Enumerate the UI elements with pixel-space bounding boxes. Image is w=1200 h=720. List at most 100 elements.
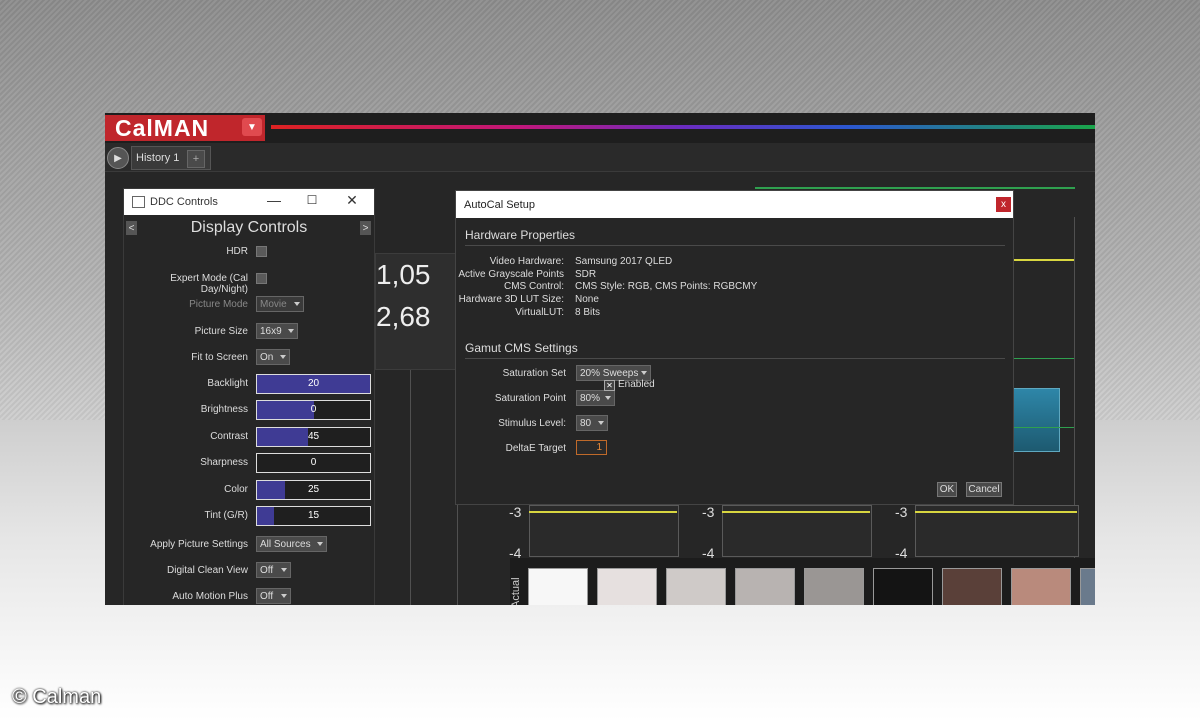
- tab-bar: [105, 143, 1095, 172]
- hdr-checkbox[interactable]: [256, 246, 267, 257]
- chevron-down-icon: [641, 371, 647, 375]
- picture-mode-label: Picture Mode: [189, 299, 248, 310]
- hw-property-label: CMS Control:: [503, 281, 564, 293]
- readout-line-2: 2,68: [376, 301, 431, 332]
- next-button[interactable]: >: [360, 221, 371, 235]
- autocal-title: AutoCal Setup: [464, 199, 535, 211]
- picture-size-value: 16x9: [260, 325, 282, 337]
- gamut-cms-heading: Gamut CMS Settings: [465, 341, 578, 355]
- hardware-properties-heading: Hardware Properties: [465, 228, 576, 242]
- picture-mode-select[interactable]: Movie: [256, 296, 304, 312]
- digital-clean-view-label: Digital Clean View: [167, 565, 248, 576]
- color-swatch: [1080, 568, 1095, 605]
- digital-clean-view-select[interactable]: Off: [256, 562, 291, 578]
- picture-size-select[interactable]: 16x9: [256, 323, 298, 339]
- saturation-point-select[interactable]: 80%: [576, 390, 615, 406]
- measurement-readout: 1,05 2,68: [375, 253, 457, 370]
- display-controls-header: Display Controls: [190, 219, 308, 236]
- color-block: [1013, 388, 1060, 452]
- slider-sharpness[interactable]: 0: [256, 453, 371, 473]
- expert-mode-checkbox[interactable]: [256, 273, 267, 284]
- color-swatch: [666, 568, 726, 605]
- color-swatch: [1011, 568, 1071, 605]
- swatch-axis-label: Actual: [510, 577, 522, 605]
- cancel-button[interactable]: Cancel: [966, 482, 1002, 497]
- fit-to-screen-value: On: [260, 351, 274, 363]
- series-line-yellow: [915, 511, 1077, 513]
- auto-motion-plus-value: Off: [260, 590, 274, 602]
- digital-clean-view-value: Off: [260, 564, 274, 576]
- slider-value: 20: [307, 378, 320, 389]
- apply-picture-settings-value: All Sources: [260, 538, 311, 550]
- maximize-icon[interactable]: ☐: [302, 193, 322, 207]
- saturation-set-value: 20% Sweeps: [580, 367, 639, 379]
- picture-mode-value: Movie: [260, 298, 287, 310]
- slider-value: 0: [310, 404, 317, 415]
- slider-tint-g-r[interactable]: 15: [256, 506, 371, 526]
- hw-property-label: Active Grayscale Points: [458, 268, 564, 280]
- y-tick-label: -3: [895, 504, 908, 520]
- hw-property-label: VirtualLUT:: [515, 306, 564, 318]
- enabled-label: Enabled: [618, 379, 655, 390]
- top-green-line: [755, 187, 1075, 189]
- deltae-target-label: DeltaE Target: [505, 443, 566, 454]
- enabled-checkbox[interactable]: ✕: [604, 380, 615, 391]
- y-tick-label: -3: [702, 504, 715, 520]
- series-line-green: [1012, 358, 1074, 359]
- series-line-yellow: [1012, 259, 1074, 261]
- slider-value: 0: [310, 457, 317, 468]
- play-icon[interactable]: ▶: [107, 147, 129, 169]
- series-line-green: [1012, 427, 1074, 428]
- copyright-text: © Calman: [12, 686, 102, 708]
- chevron-down-icon: [605, 396, 611, 400]
- slider-brightness[interactable]: 0: [256, 400, 371, 420]
- color-swatch: [735, 568, 795, 605]
- auto-motion-plus-label: Auto Motion Plus: [172, 591, 248, 602]
- slider-color[interactable]: 25: [256, 480, 371, 500]
- autocal-titlebar: AutoCal Setup x: [456, 191, 1013, 218]
- fit-to-screen-select[interactable]: On: [256, 349, 290, 365]
- apply-picture-settings-label: Apply Picture Settings: [150, 539, 248, 550]
- hw-property-label: Video Hardware:: [489, 256, 564, 267]
- color-swatch: [528, 568, 588, 605]
- hw-property-label: Hardware 3D LUT Size:: [458, 294, 564, 306]
- slider-backlight[interactable]: 20: [256, 374, 371, 394]
- stimulus-level-select[interactable]: 80: [576, 415, 608, 431]
- color-swatch: [804, 568, 864, 605]
- saturation-set-label: Saturation Set: [502, 368, 566, 379]
- add-tab-button[interactable]: +: [187, 150, 205, 168]
- chevron-down-icon: [598, 421, 604, 425]
- ddc-window-title: DDC Controls: [150, 196, 218, 208]
- logo-text: CalMAN: [115, 114, 210, 141]
- close-icon[interactable]: x: [996, 197, 1011, 212]
- slider-label: Contrast: [210, 431, 248, 442]
- logo-dropdown-icon[interactable]: ▼: [242, 118, 262, 136]
- calman-screenshot: CalMAN ▼ ▶ History 1 + 1,05 2,68 -3 -4 -…: [105, 113, 1095, 605]
- color-swatch: [597, 568, 657, 605]
- chevron-down-icon: [294, 302, 300, 306]
- ddc-titlebar: DDC Controls — ☐ ✕: [124, 189, 374, 215]
- hdr-label: HDR: [226, 246, 248, 257]
- apply-picture-settings-select[interactable]: All Sources: [256, 536, 327, 552]
- slider-label: Tint (G/R): [204, 510, 248, 521]
- slider-contrast[interactable]: 45: [256, 427, 371, 447]
- minimize-icon[interactable]: —: [264, 192, 284, 208]
- stimulus-level-label: Stimulus Level:: [498, 418, 566, 429]
- readout-line-1: 1,05: [376, 259, 431, 290]
- expert-mode-label: Expert Mode (Cal Day/Night): [170, 273, 248, 295]
- ok-button[interactable]: OK: [937, 482, 957, 497]
- close-icon[interactable]: ✕: [342, 192, 362, 209]
- slider-value: 45: [307, 431, 320, 442]
- autocal-setup-dialog: AutoCal Setup x Hardware Properties Vide…: [455, 190, 1014, 505]
- slider-value: 15: [307, 510, 320, 521]
- deltae-target-input[interactable]: 1: [576, 440, 607, 455]
- calman-logo[interactable]: CalMAN: [105, 115, 265, 141]
- series-line-yellow: [722, 511, 870, 513]
- series-line-yellow: [529, 511, 677, 513]
- auto-motion-plus-select[interactable]: Off: [256, 588, 291, 604]
- hw-property-value: SDR: [575, 268, 597, 280]
- slider-label: Brightness: [200, 404, 248, 415]
- window-icon: [132, 196, 145, 208]
- hw-property-value: 8 Bits: [575, 306, 601, 318]
- grid-line: [410, 368, 411, 605]
